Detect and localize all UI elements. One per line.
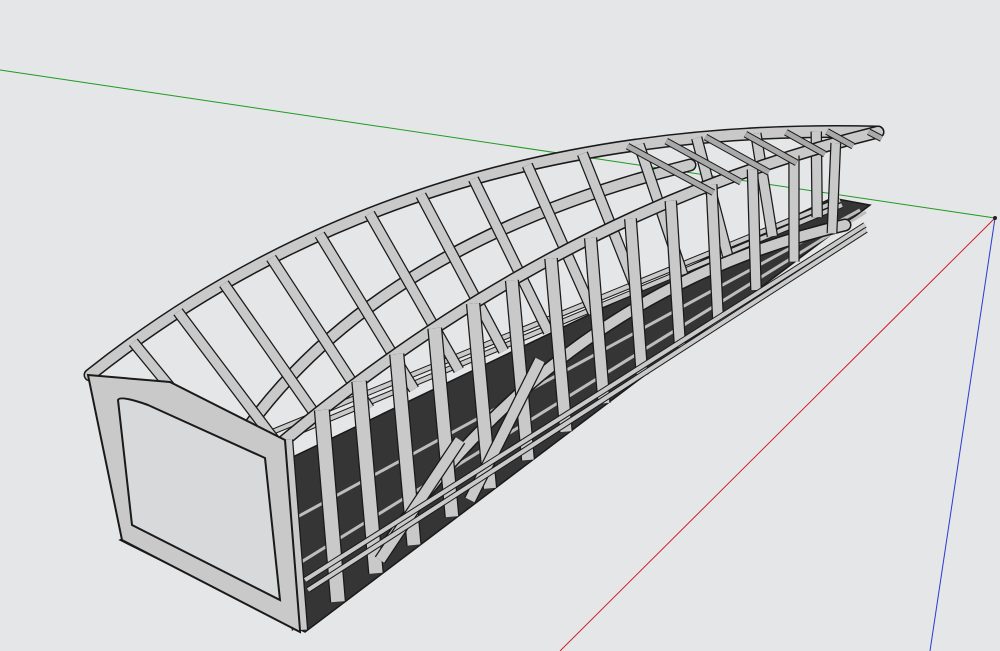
origin-marker — [993, 216, 997, 220]
3d-scene[interactable] — [0, 0, 1000, 651]
blue-axis-line — [929, 217, 996, 651]
near-rail-face — [303, 223, 867, 582]
truss-post-face — [747, 169, 761, 291]
end-portal-frame[interactable] — [86, 373, 301, 634]
bridge-model[interactable] — [83, 124, 885, 634]
truss-post-face — [706, 184, 723, 319]
near-side-rails — [303, 222, 868, 593]
truss-post-face — [827, 142, 840, 234]
modeling-viewport[interactable] — [0, 0, 1000, 651]
